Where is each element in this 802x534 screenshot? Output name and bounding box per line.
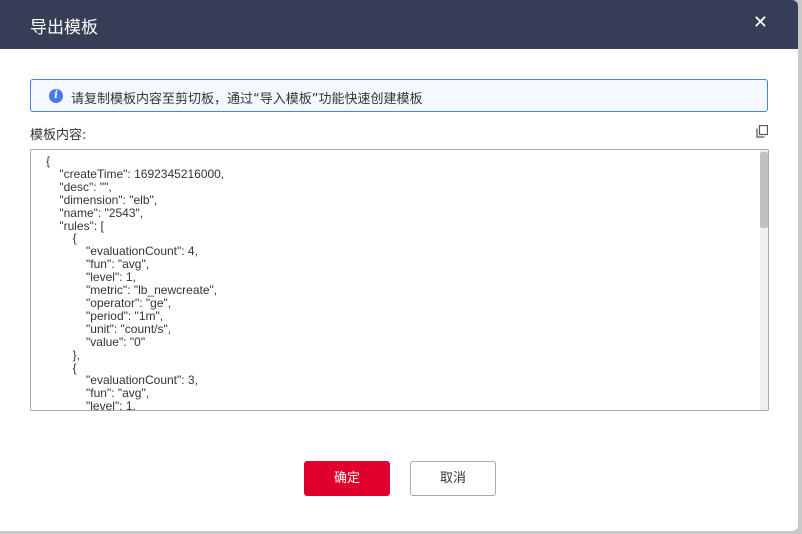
dialog-title: 导出模板 bbox=[30, 18, 98, 38]
confirm-button[interactable]: 确定 bbox=[304, 461, 390, 496]
copy-icon[interactable] bbox=[756, 125, 768, 138]
close-icon[interactable]: ✕ bbox=[753, 12, 768, 34]
scrollbar-thumb[interactable] bbox=[760, 152, 768, 228]
export-template-dialog: 导出模板 ✕ i 请复制模板内容至剪切板，通过“导入模板”功能快速创建模板 模板… bbox=[0, 0, 798, 531]
alert-text: 请复制模板内容至剪切板，通过“导入模板”功能快速创建模板 bbox=[71, 92, 423, 107]
content-label: 模板内容: bbox=[30, 128, 87, 143]
info-icon: i bbox=[49, 89, 63, 103]
cancel-button[interactable]: 取消 bbox=[410, 461, 496, 496]
template-content-textarea[interactable]: { "createTime": 1692345216000, "desc": "… bbox=[30, 149, 769, 411]
scrollbar[interactable] bbox=[760, 150, 768, 410]
template-content: { "createTime": 1692345216000, "desc": "… bbox=[46, 154, 225, 411]
dialog-header: 导出模板 ✕ bbox=[0, 0, 798, 49]
info-alert: i 请复制模板内容至剪切板，通过“导入模板”功能快速创建模板 bbox=[30, 79, 768, 112]
